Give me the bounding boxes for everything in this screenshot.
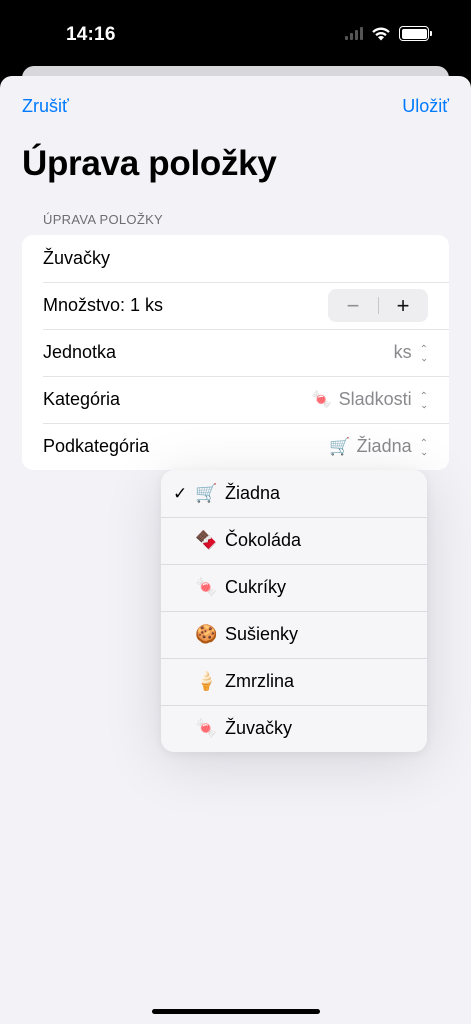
menu-item-susienky[interactable]: 🍪 Sušienky [161,611,427,658]
menu-item-cokolada[interactable]: 🍫 Čokoláda [161,517,427,564]
quantity-row: Množstvo: 1 ks − + [22,282,449,329]
cancel-button[interactable]: Zrušiť [22,96,69,117]
save-button[interactable]: Uložiť [402,96,449,117]
unit-value: ks [393,342,412,362]
chevron-up-down-icon: ⌃ ⌃ [419,343,428,362]
status-time: 14:16 [66,24,116,45]
name-field[interactable]: Žuvačky [22,235,449,282]
category-picker[interactable]: 🍬 Sladkosti ⌃ ⌃ [311,389,428,410]
cart-icon: 🛒 [329,436,351,456]
increment-button[interactable]: + [378,289,428,322]
quantity-label: Množstvo: 1 ks [43,295,164,315]
menu-item-label: Cukríky [225,577,287,597]
stepper-divider [378,297,379,314]
ice-cream-icon: 🍦 [195,671,218,691]
menu-item-zuvacky[interactable]: 🍬 Žuvačky [161,705,427,752]
candy-icon: 🍬 [195,577,218,597]
category-value: Sladkosti [338,389,412,409]
subcategory-value: Žiadna [356,436,412,456]
menu-item-zmrzlina[interactable]: 🍦 Zmrzlina [161,658,427,705]
candy-icon: 🍬 [311,389,333,409]
chevron-up-down-icon: ⌃ ⌃ [419,390,428,409]
subcategory-label: Podkategória [43,436,150,456]
wifi-icon [372,27,390,41]
chocolate-icon: 🍫 [195,530,218,550]
home-indicator[interactable] [152,1009,320,1014]
menu-item-label: Zmrzlina [225,671,295,691]
status-icons [345,26,432,41]
unit-row[interactable]: Jednotka ks ⌃ ⌃ [22,329,449,376]
menu-item-label: Žuvačky [225,718,293,738]
battery-icon [399,26,432,41]
subcategory-row[interactable]: Podkategória 🛒 Žiadna ⌃ ⌃ [22,423,449,470]
edit-form: Žuvačky Množstvo: 1 ks − + Jednotka ks ⌃… [22,235,449,470]
category-label: Kategória [43,389,121,409]
cellular-signal-icon [345,27,363,40]
cookie-icon: 🍪 [195,624,218,644]
cart-icon: 🛒 [195,483,218,503]
menu-item-label: Žiadna [225,483,281,503]
menu-item-ziadna[interactable]: ✓ 🛒 Žiadna [161,470,427,517]
section-header: ÚPRAVA POLOŽKY [43,212,164,227]
unit-picker[interactable]: ks ⌃ ⌃ [394,342,428,363]
chevron-up-down-icon: ⌃ ⌃ [419,437,428,456]
status-bar: 14:16 [0,0,471,70]
candy-icon: 🍬 [195,718,218,738]
page-title: Úprava položky [22,144,277,183]
menu-item-label: Čokoláda [225,530,302,550]
subcategory-picker[interactable]: 🛒 Žiadna ⌃ ⌃ [329,436,428,457]
unit-label: Jednotka [43,342,117,362]
subcategory-menu: ✓ 🛒 Žiadna 🍫 Čokoláda 🍬 Cukríky 🍪 Sušien… [161,470,427,752]
decrement-button[interactable]: − [328,289,378,322]
name-field-value[interactable]: Žuvačky [43,248,110,269]
quantity-stepper[interactable]: − + [328,289,428,322]
menu-item-cukriky[interactable]: 🍬 Cukríky [161,564,427,611]
category-row[interactable]: Kategória 🍬 Sladkosti ⌃ ⌃ [22,376,449,423]
menu-item-label: Sušienky [225,624,299,644]
checkmark-icon: ✓ [173,483,188,503]
